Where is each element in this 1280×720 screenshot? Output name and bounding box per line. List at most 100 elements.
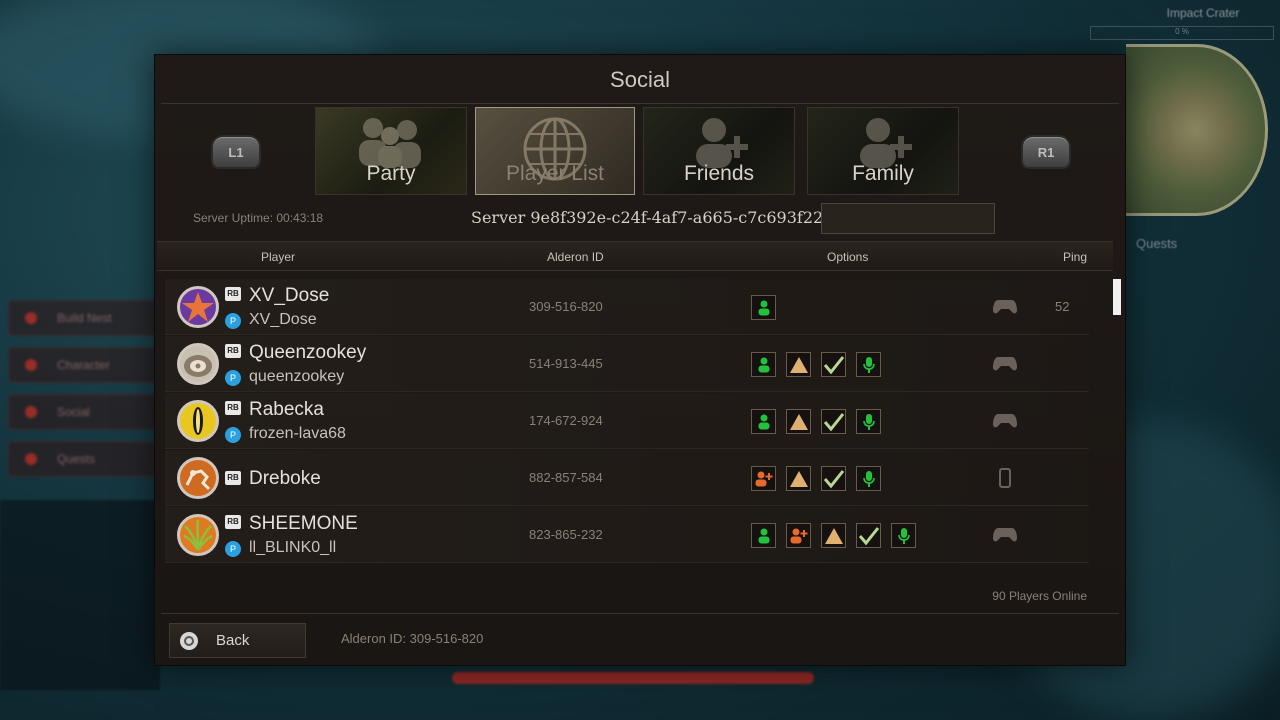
report-warning-icon[interactable]: [786, 352, 811, 377]
phone-icon: [993, 468, 1017, 493]
options-group: [751, 523, 916, 548]
party-invite-icon[interactable]: [751, 352, 776, 377]
psn-icon: P: [225, 370, 241, 386]
fossil-icon: [185, 469, 211, 491]
controller-icon: [993, 411, 1017, 434]
party-member-icon[interactable]: [751, 295, 776, 320]
psn-icon: P: [225, 541, 241, 557]
psn-name: queenzookey: [249, 368, 345, 385]
microphone-icon[interactable]: [856, 352, 881, 377]
tab-family[interactable]: Family: [807, 107, 959, 195]
r1-button[interactable]: R1: [1021, 135, 1071, 169]
column-ping: Ping: [1063, 250, 1088, 264]
microphone-icon[interactable]: [856, 466, 881, 491]
map-percent: 0 %: [1090, 26, 1274, 40]
server-name: Server 9e8f392e-c24f-4af7-a665-c7c693f22…: [471, 208, 854, 227]
character-icon: [25, 359, 37, 371]
menu-item-build-nest[interactable]: Build Nest: [8, 300, 158, 336]
checkmark-icon[interactable]: [821, 352, 846, 377]
column-player: Player: [261, 250, 296, 264]
alderon-id: 882-857-584: [529, 470, 603, 485]
microphone-icon[interactable]: [891, 523, 916, 548]
tab-player-list[interactable]: Player List: [475, 107, 635, 195]
add-friend-icon[interactable]: [786, 523, 811, 548]
shell-icon: [184, 355, 212, 377]
alderon-id: 823-865-232: [529, 527, 603, 542]
rb-badge: RB: [225, 471, 241, 485]
checkmark-icon[interactable]: [821, 409, 846, 434]
rb-badge: RB: [225, 515, 241, 529]
options-group: [751, 409, 881, 434]
party-invite-icon[interactable]: [751, 409, 776, 434]
reptile-eye-icon: [193, 407, 203, 435]
tab-label: Family: [852, 162, 914, 185]
rb-badge: RB: [225, 344, 241, 358]
back-label: Back: [216, 632, 250, 649]
options-group: [751, 352, 881, 377]
map-title: Impact Crater: [1166, 6, 1240, 20]
nest-icon: [25, 312, 37, 324]
checkmark-icon[interactable]: [856, 523, 881, 548]
tab-party[interactable]: Party: [315, 107, 467, 195]
server-uptime: Server Uptime: 00:43:18: [193, 211, 324, 225]
shell-avatar: [177, 343, 219, 385]
panel-title: Social: [610, 67, 670, 92]
psn-name: XV_Dose: [249, 311, 317, 328]
starfish-icon: [182, 292, 214, 322]
table-row[interactable]: RB Dreboke 882-857-584: [165, 450, 1089, 506]
menu-item-quests[interactable]: Quests: [8, 441, 158, 477]
minimap: [1126, 44, 1268, 216]
tab-label: Player List: [505, 162, 605, 185]
table-header: Player Alderon ID Options Ping: [157, 241, 1113, 271]
tab-label: Friends: [683, 162, 755, 185]
controller-icon: [993, 525, 1017, 548]
column-alderon-id: Alderon ID: [547, 250, 604, 264]
microphone-icon[interactable]: [856, 409, 881, 434]
checkmark-icon[interactable]: [821, 466, 846, 491]
back-button[interactable]: Back: [169, 623, 306, 658]
player-list: RB P XV_Dose XV_Dose 309-516-820 52 RB P…: [165, 279, 1089, 564]
scrollbar[interactable]: [1113, 279, 1121, 315]
report-warning-icon[interactable]: [821, 523, 846, 548]
alderon-id: 514-913-445: [529, 356, 603, 371]
report-warning-icon[interactable]: [786, 409, 811, 434]
quests-title: Quests: [1136, 236, 1178, 251]
player-name: Queenzookey: [249, 342, 367, 363]
starfish-avatar: [177, 286, 219, 328]
table-row[interactable]: RB P XV_Dose XV_Dose 309-516-820 52: [165, 279, 1089, 335]
player-name: XV_Dose: [249, 285, 330, 306]
table-row[interactable]: RB P Rabecka frozen-lava68 174-672-924: [165, 393, 1089, 449]
search-input[interactable]: [821, 203, 995, 234]
eye-avatar: [177, 400, 219, 442]
menu-item-character[interactable]: Character: [8, 347, 158, 383]
player-name: Dreboke: [249, 468, 321, 489]
menu-item-social[interactable]: Social: [8, 394, 158, 430]
chat-panel: [0, 500, 160, 690]
psn-icon: P: [225, 313, 241, 329]
options-group: [751, 295, 776, 320]
health-bar: [452, 672, 814, 684]
social-panel: Social L1 R1 Party Player List Friends F…: [154, 54, 1126, 666]
tab-friends[interactable]: Friends: [643, 107, 795, 195]
right-hud: Impact Crater 0 % Quests: [1090, 0, 1280, 720]
ping-value: 52: [1055, 299, 1070, 314]
psn-name: frozen-lava68: [249, 425, 346, 442]
game-side-menu: Build Nest Character Social Quests: [8, 300, 158, 488]
rb-badge: RB: [225, 401, 241, 415]
menu-label: Build Nest: [57, 311, 112, 325]
l1-button[interactable]: L1: [211, 135, 261, 169]
tab-label: Party: [366, 162, 416, 185]
player-name: Rabecka: [249, 399, 324, 420]
column-options: Options: [827, 250, 869, 264]
add-friend-icon[interactable]: [751, 466, 776, 491]
party-invite-icon[interactable]: [751, 523, 776, 548]
circle-button-icon: [180, 631, 198, 650]
divider: [161, 613, 1119, 614]
report-warning-icon[interactable]: [786, 466, 811, 491]
controller-icon: [993, 354, 1017, 377]
fossil-avatar: [177, 457, 219, 499]
table-row[interactable]: RB P Queenzookey queenzookey 514-913-445: [165, 336, 1089, 392]
table-row[interactable]: RB P SHEEMONE ll_BLINK0_ll 823-865-232: [165, 507, 1089, 563]
player-name: SHEEMONE: [249, 513, 358, 534]
controller-icon: [993, 297, 1017, 320]
